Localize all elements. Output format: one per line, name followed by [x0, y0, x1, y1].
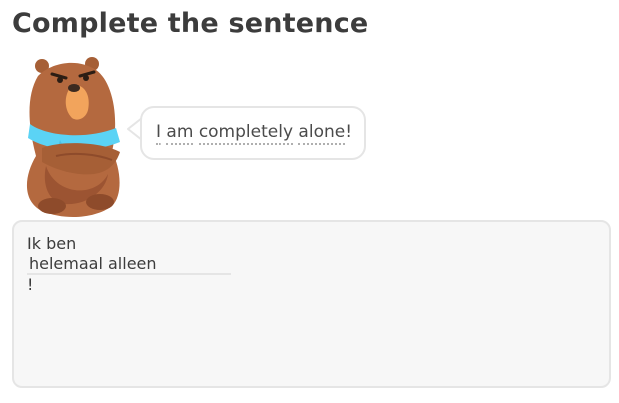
prompt-sentence: I am completely alone!: [156, 122, 353, 145]
answer-prefix: Ik ben: [27, 234, 77, 253]
prompt-word[interactable]: completely: [198, 122, 294, 145]
answer-area[interactable]: Ik ben !: [12, 220, 611, 388]
prompt-punctuation: !: [345, 122, 353, 142]
page-title: Complete the sentence: [12, 8, 369, 39]
prompt-word[interactable]: am: [166, 122, 194, 145]
blank-answer-input[interactable]: [27, 254, 231, 275]
prompt-word[interactable]: I: [156, 122, 162, 145]
bear-character-icon: [26, 57, 120, 218]
prompt-word[interactable]: alone: [298, 122, 346, 145]
answer-suffix: !: [27, 274, 34, 294]
speech-bubble: I am completely alone!: [140, 106, 366, 160]
answer-sentence: Ik ben !: [27, 234, 231, 295]
